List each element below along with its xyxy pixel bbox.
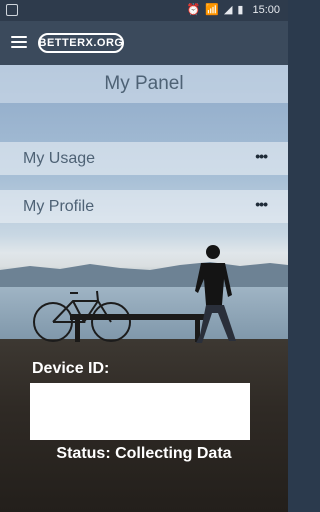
app-bar: BETTERX.ORG [0,21,288,65]
wifi-icon: 📶 [205,4,219,16]
status-icons: ⏰ 📶 ◢ ▮ 15:00 [186,3,280,17]
clock: 15:00 [252,3,280,16]
alarm-icon: ⏰ [186,4,201,16]
signal-icon: ◢ [223,4,233,16]
image-icon [6,4,18,16]
menu-item-label: My Profile [23,198,95,215]
person [195,245,236,343]
menu-item-my-usage[interactable]: My Usage ••• [0,142,288,175]
menu-icon[interactable] [11,36,27,48]
bench [70,314,205,320]
menu-item-label: My Usage [23,150,96,167]
battery-icon: ▮ [237,4,244,16]
device-id-label: Device ID: [32,360,110,377]
menu-item-my-profile[interactable]: My Profile ••• [0,190,288,223]
more-icon[interactable]: ••• [255,196,268,212]
logo[interactable]: BETTERX.ORG [38,33,124,53]
status-text: Status: Collecting Data [56,445,232,462]
page-title: My Panel [0,65,288,103]
device-id-field [30,383,250,440]
more-icon[interactable]: ••• [255,148,268,164]
background-photo: My Panel My Usage ••• My Profile ••• Dev… [0,65,288,512]
status-bar: ⏰ 📶 ◢ ▮ 15:00 [0,0,288,21]
